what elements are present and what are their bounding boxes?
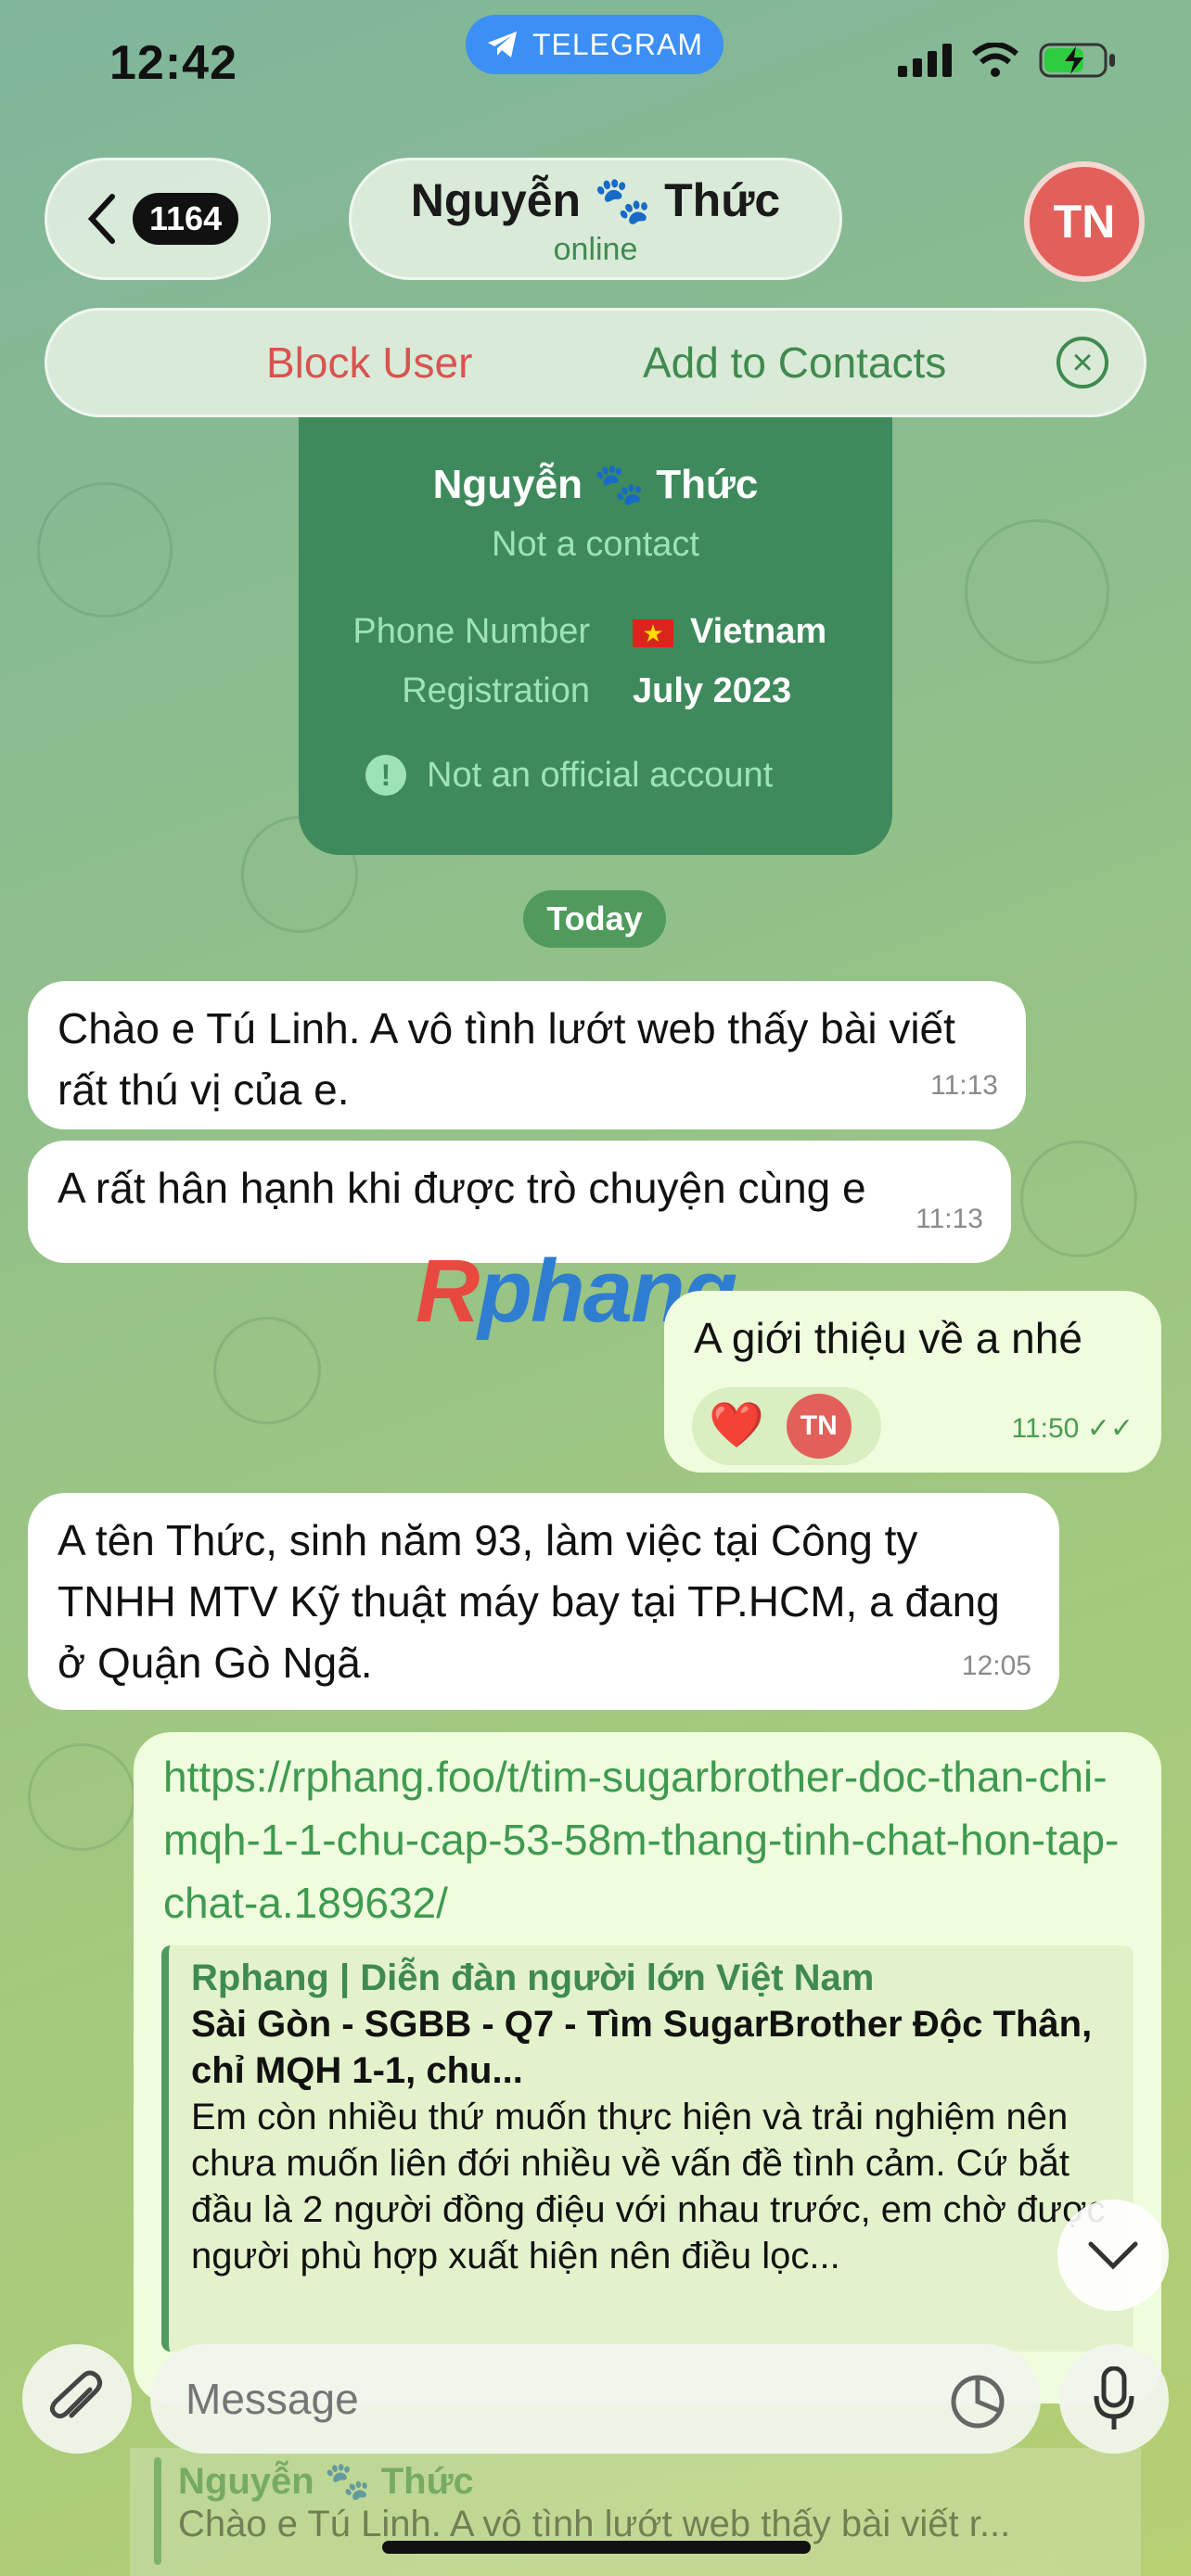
sticker-icon[interactable] [950, 2374, 1005, 2434]
link-message-bubble[interactable]: https://rphang.foo/t/tim-sugarbrother-do… [134, 1732, 1161, 2404]
microphone-button[interactable] [1059, 2344, 1169, 2454]
attach-button[interactable] [22, 2344, 132, 2454]
message-time-text: 11:50 [1011, 1413, 1080, 1444]
date-separator: Today [523, 890, 666, 948]
registration-value: July 2023 [633, 671, 792, 710]
registration-label: Registration [402, 671, 590, 710]
link-url[interactable]: https://rphang.foo/t/tim-sugarbrother-do… [163, 1745, 1135, 1934]
chevron-left-icon [88, 194, 115, 244]
reply-bar [154, 2457, 161, 2565]
back-button[interactable]: 1164 [45, 158, 271, 280]
wallpaper-doodle [213, 1317, 321, 1424]
close-icon[interactable]: × [1057, 337, 1108, 389]
app-indicator-label: TELEGRAM [531, 27, 704, 61]
reply-preview: Nguyễn 🐾 Thức Chào e Tú Linh. A vô tình … [130, 2448, 1141, 2576]
message-text: A rất hân hạnh khi được trò chuyện cùng … [58, 1164, 866, 1212]
reply-text: Chào e Tú Linh. A vô tình lướt web thấy … [178, 2504, 1011, 2544]
official-note: ! Not an official account [365, 755, 773, 796]
message-time: 12:05 [961, 1651, 1031, 1681]
info-name: Nguyễn 🐾 Thức [432, 462, 759, 507]
telegram-icon [487, 32, 517, 57]
phone-country: Vietnam [690, 612, 827, 651]
wifi-icon [972, 43, 1018, 77]
home-indicator [382, 2541, 811, 2554]
unread-count-badge: 1164 [133, 193, 239, 245]
message-text: A giới thiệu về a nhé [694, 1314, 1082, 1362]
battery-charging-icon [1039, 43, 1115, 78]
link-preview-description: Em còn nhiều thứ muốn thực hiện và trải … [191, 2097, 1106, 2276]
paperclip-icon [49, 2370, 103, 2419]
sticker-clock-icon [951, 2375, 1005, 2429]
avatar[interactable]: TN [1024, 161, 1145, 282]
link-preview-title: Sài Gòn - SGBB - Q7 - Tìm SugarBrother Đ… [191, 2004, 1093, 2091]
link-preview[interactable]: Rphang | Diễn đàn người lớn Việt Nam Sài… [161, 1945, 1133, 2352]
contact-info-card: Nguyễn 🐾 Thức Not a contact Phone Number… [299, 417, 892, 855]
message-input[interactable] [150, 2344, 1041, 2454]
vietnam-flag-icon: ★ [633, 618, 673, 647]
status-icons [898, 41, 1117, 80]
app-indicator-pill[interactable]: TELEGRAM [466, 15, 724, 74]
exclamation-icon: ! [365, 755, 406, 796]
contact-action-bar: Block User Add to Contacts × [45, 308, 1146, 417]
wallpaper-doodle [28, 1743, 135, 1851]
scroll-down-button[interactable] [1057, 2200, 1169, 2311]
link-preview-site: Rphang | Diễn đàn người lớn Việt Nam [191, 1958, 875, 1998]
wallpaper-doodle [37, 482, 173, 618]
status-time: 12:42 [109, 36, 237, 90]
message-text: A tên Thức, sinh năm 93, làm việc tại Cô… [58, 1516, 1000, 1687]
block-user-button[interactable]: Block User [266, 338, 472, 388]
message-bubble-incoming[interactable]: Chào e Tú Linh. A vô tình lướt web thấy … [28, 981, 1026, 1129]
chevron-down-icon [1088, 2241, 1138, 2270]
message-time: 11:13 [930, 1070, 998, 1101]
add-to-contacts-button[interactable]: Add to Contacts [643, 338, 946, 388]
contact-status: online [553, 232, 638, 267]
message-bubble-incoming[interactable]: A tên Thức, sinh năm 93, làm việc tại Cô… [28, 1493, 1059, 1710]
microphone-icon [1094, 2366, 1134, 2429]
signal-icon [898, 44, 952, 77]
phone-label: Phone Number [352, 612, 590, 651]
contact-name: Nguyễn 🐾 Thức [410, 174, 781, 226]
wallpaper-doodle [965, 519, 1109, 664]
message-text: Chào e Tú Linh. A vô tình lướt web thấy … [58, 1004, 955, 1114]
heart-reaction-icon: ❤️ [709, 1401, 764, 1450]
info-subtitle: Not a contact [492, 525, 699, 564]
watermark-r: R [416, 1242, 480, 1341]
reply-name: Nguyễn 🐾 Thức [178, 2461, 474, 2502]
wallpaper-doodle [1020, 1141, 1137, 1257]
chat-title[interactable]: Nguyễn 🐾 Thức online [349, 158, 842, 280]
message-bubble-outgoing[interactable]: A giới thiệu về a nhé ❤️ TN 11:50 ✓✓ [664, 1291, 1161, 1473]
reaction-chip[interactable]: ❤️ TN [692, 1387, 881, 1465]
official-note-text: Not an official account [427, 755, 774, 795]
message-time: 11:50 ✓✓ [1012, 1398, 1133, 1460]
reaction-avatar: TN [786, 1394, 852, 1459]
double-check-icon: ✓✓ [1086, 1413, 1133, 1444]
message-time: 11:13 [916, 1204, 983, 1234]
phone-value: ★ Vietnam [633, 612, 826, 652]
